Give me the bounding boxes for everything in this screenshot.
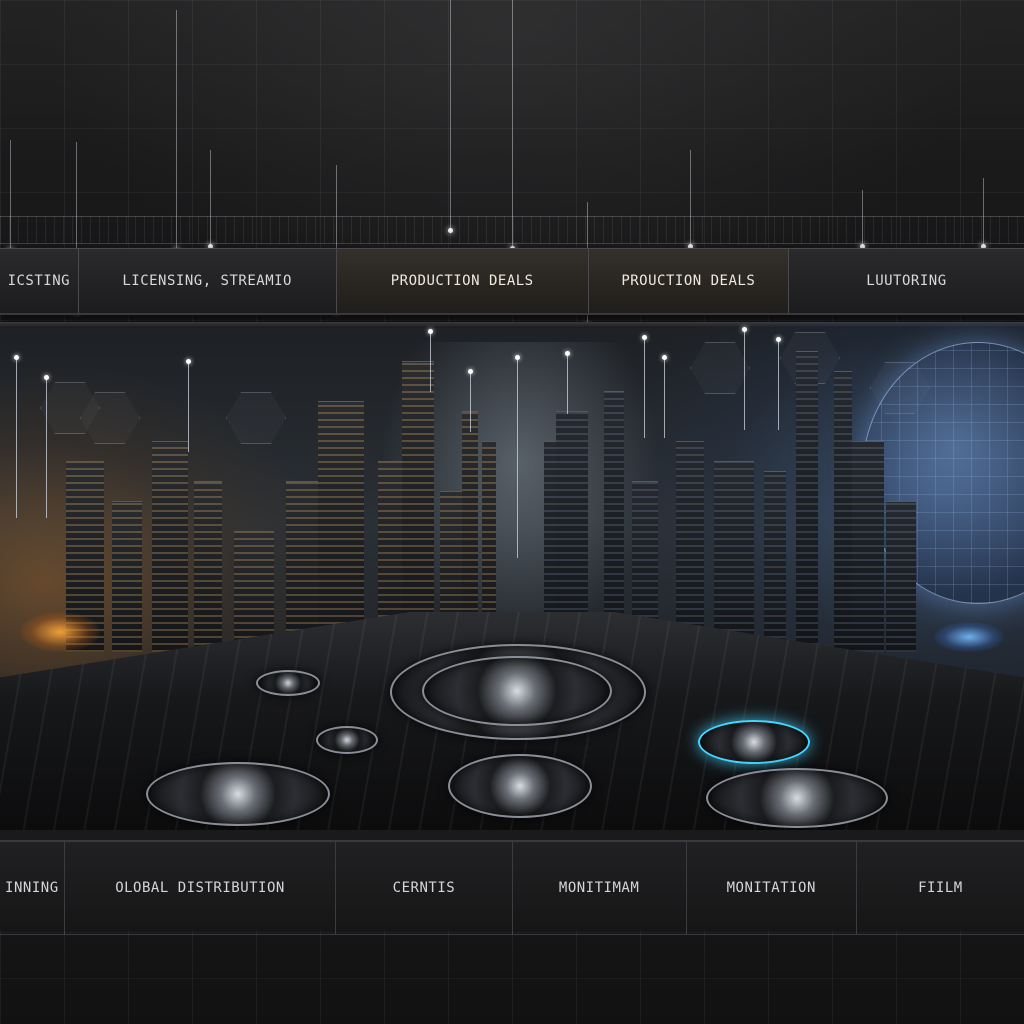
building bbox=[834, 371, 852, 652]
header-region: ICSTING LICENSING, STREAMIO PRODUCTION D… bbox=[0, 0, 1024, 330]
building bbox=[714, 461, 754, 652]
bottom-tab-monitation[interactable]: MONITATION bbox=[687, 842, 857, 934]
bottom-tab-label: INNING bbox=[5, 880, 59, 896]
top-tab-icsting[interactable]: ICSTING bbox=[0, 249, 79, 313]
bottom-nav-bar: INNING OLOBAL DISTRIBUTION CERNTIS MONIT… bbox=[0, 840, 1024, 935]
top-tab-label: LICENSING, STREAMIO bbox=[122, 273, 292, 289]
top-tab-label: LUUTORING bbox=[866, 273, 947, 289]
top-nav-bar: ICSTING LICENSING, STREAMIO PRODUCTION D… bbox=[0, 248, 1024, 315]
bottom-tab-inning[interactable]: INNING bbox=[0, 842, 65, 934]
antenna bbox=[515, 355, 520, 558]
indicator-line bbox=[510, 0, 515, 251]
page: ICSTING LICENSING, STREAMIO PRODUCTION D… bbox=[0, 0, 1024, 1024]
blue-light bbox=[934, 622, 1004, 652]
indicator-line bbox=[448, 0, 453, 233]
header-rail bbox=[0, 216, 1024, 244]
top-tab-label: ICSTING bbox=[7, 273, 71, 289]
building bbox=[152, 441, 188, 652]
bottom-tab-label: OLOBAL DISTRIBUTION bbox=[115, 880, 285, 896]
city-skyline bbox=[0, 322, 1024, 652]
building bbox=[286, 481, 318, 652]
small-dial[interactable] bbox=[256, 670, 320, 696]
right-dial[interactable] bbox=[706, 768, 888, 828]
top-tab-luutoring[interactable]: LUUTORING bbox=[789, 249, 1024, 313]
antenna bbox=[662, 355, 667, 438]
antenna bbox=[44, 375, 49, 518]
bottom-tab-fiilm[interactable]: FIILM bbox=[857, 842, 1024, 934]
top-tab-prouction-deals[interactable]: PROUCTION DEALS bbox=[588, 249, 789, 313]
cyan-dial[interactable] bbox=[698, 720, 810, 764]
building bbox=[796, 351, 818, 652]
lower-center-dial[interactable] bbox=[448, 754, 592, 818]
top-tab-production-deals[interactable]: PRODUCTION DEALS bbox=[336, 249, 589, 313]
building bbox=[318, 401, 364, 652]
building bbox=[886, 501, 916, 652]
small-dial[interactable] bbox=[316, 726, 378, 754]
antenna bbox=[428, 329, 433, 392]
bottom-tab-monitimam[interactable]: MONITIMAM bbox=[513, 842, 687, 934]
antenna bbox=[468, 369, 473, 432]
building bbox=[852, 441, 884, 652]
warm-light bbox=[20, 612, 100, 652]
antenna bbox=[14, 355, 19, 518]
indicator-line bbox=[174, 10, 179, 253]
building bbox=[676, 441, 704, 652]
bottom-tab-label: MONITIMAM bbox=[558, 880, 640, 896]
footer-grid bbox=[0, 932, 1024, 1024]
antenna bbox=[642, 335, 647, 438]
bottom-tab-label: FIILM bbox=[918, 880, 963, 896]
antenna bbox=[565, 351, 570, 414]
bottom-tab-label: CERNTIS bbox=[392, 880, 456, 896]
top-tab-label: PROUCTION DEALS bbox=[621, 273, 756, 289]
building bbox=[764, 471, 786, 652]
building bbox=[112, 501, 142, 652]
central-dial-inner[interactable] bbox=[422, 656, 612, 726]
antenna bbox=[776, 337, 781, 430]
footer-region: INNING OLOBAL DISTRIBUTION CERNTIS MONIT… bbox=[0, 830, 1024, 1024]
city-panel bbox=[0, 322, 1024, 830]
bottom-tab-global-distribution[interactable]: OLOBAL DISTRIBUTION bbox=[65, 842, 337, 934]
building bbox=[402, 361, 434, 652]
building bbox=[234, 531, 274, 652]
top-tab-label: PRODUCTION DEALS bbox=[390, 273, 534, 289]
antenna bbox=[742, 327, 747, 430]
left-dial[interactable] bbox=[146, 762, 330, 826]
top-tab-licensing[interactable]: LICENSING, STREAMIO bbox=[79, 249, 337, 313]
antenna bbox=[186, 359, 191, 452]
bottom-tab-label: MONITATION bbox=[726, 880, 816, 896]
building bbox=[194, 481, 222, 652]
bottom-tab-cerntis[interactable]: CERNTIS bbox=[336, 842, 513, 934]
